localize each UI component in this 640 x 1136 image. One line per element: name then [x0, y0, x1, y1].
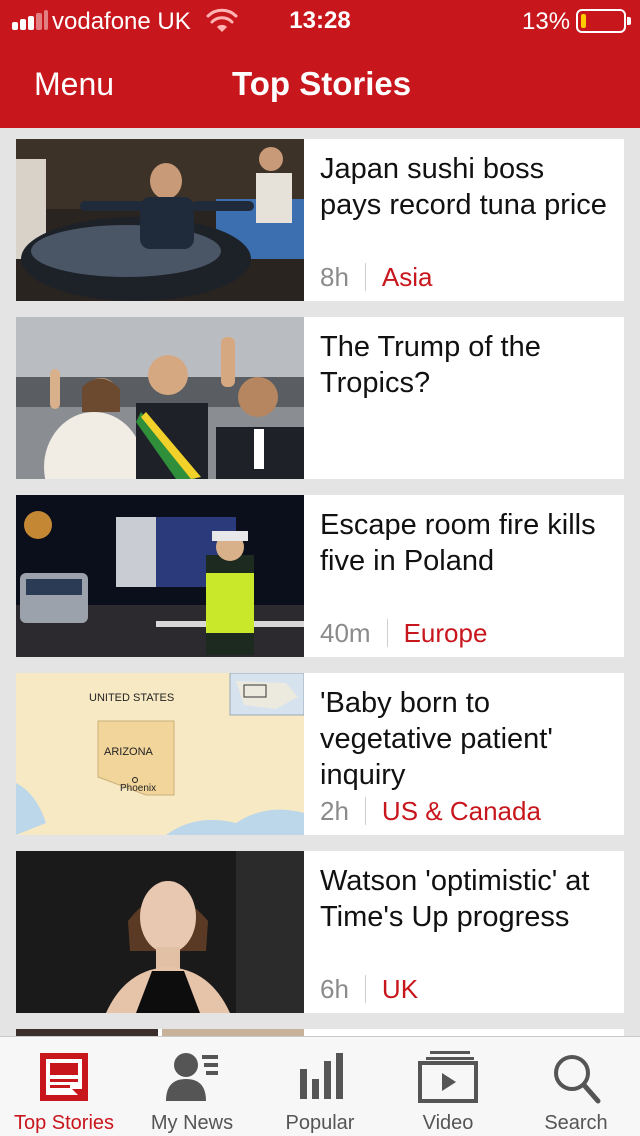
battery-icon: [576, 9, 631, 33]
bottom-tab-bar: Top Stories My News Popular Video Search: [0, 1036, 640, 1136]
tab-video[interactable]: Video: [384, 1037, 512, 1136]
bar-chart-icon: [288, 1049, 352, 1105]
tab-top-stories[interactable]: Top Stories: [0, 1037, 128, 1136]
tab-label: Popular: [285, 1112, 355, 1134]
story-thumbnail: [16, 317, 304, 479]
story-thumbnail: [16, 1029, 304, 1036]
story-card-sushi[interactable]: Japan sushi boss pays record tuna price …: [16, 139, 624, 301]
person-news-icon: [160, 1049, 224, 1105]
story-section-link[interactable]: Asia: [382, 262, 433, 292]
tab-popular[interactable]: Popular: [256, 1037, 384, 1136]
story-meta: 2h US & Canada: [320, 795, 541, 827]
map-label-country: UNITED STATES: [89, 692, 174, 704]
story-card-poland-fire[interactable]: Escape room fire kills five in Poland 40…: [16, 495, 624, 657]
story-meta: 6h UK: [320, 973, 418, 1005]
story-headline: Watson 'optimistic' at Time's Up progres…: [320, 865, 590, 933]
story-section-link[interactable]: US & Canada: [382, 796, 541, 826]
story-timestamp: 8h: [320, 262, 349, 292]
story-thumbnail: [16, 139, 304, 301]
tab-label: Top Stories: [13, 1112, 115, 1134]
menu-button[interactable]: Menu: [34, 64, 114, 104]
meta-divider: [364, 975, 366, 1003]
story-headline: Japan sushi boss pays record tuna price: [320, 153, 607, 221]
top-navigation-bar: Menu Top Stories: [0, 44, 640, 128]
story-thumbnail: [16, 495, 304, 657]
story-section-link[interactable]: Europe: [404, 618, 488, 648]
tab-label: My News: [150, 1112, 234, 1134]
tab-my-news[interactable]: My News: [128, 1037, 256, 1136]
meta-divider: [364, 797, 366, 825]
meta-divider: [386, 619, 388, 647]
story-thumbnail: [16, 851, 304, 1013]
story-feed[interactable]: Japan sushi boss pays record tuna price …: [0, 128, 640, 1036]
magnifier-icon: [544, 1049, 608, 1105]
map-label-state: ARIZONA: [104, 746, 154, 758]
story-meta: 8h Asia: [320, 261, 433, 293]
story-timestamp: 6h: [320, 974, 349, 1004]
tab-label: Video: [422, 1112, 474, 1134]
story-card-partial[interactable]: [16, 1029, 624, 1036]
story-timestamp: 2h: [320, 796, 349, 826]
tab-label: Search: [544, 1112, 608, 1134]
story-map-thumbnail: UNITED STATES ARIZONA Phoenix: [16, 673, 304, 835]
story-card-watson[interactable]: Watson 'optimistic' at Time's Up progres…: [16, 851, 624, 1013]
story-headline: The Trump of the Tropics?: [320, 331, 541, 399]
tab-search[interactable]: Search: [512, 1037, 640, 1136]
page-title: Top Stories: [232, 65, 412, 102]
battery-percent: 13%: [522, 8, 571, 35]
story-meta: 40m Europe: [320, 617, 487, 649]
story-headline: 'Baby born to vegetative patient' inquir…: [320, 687, 553, 791]
map-label-city: Phoenix: [120, 783, 156, 794]
story-timestamp: 40m: [320, 618, 371, 648]
meta-divider: [364, 263, 366, 291]
story-card-trump-tropics[interactable]: The Trump of the Tropics?: [16, 317, 624, 479]
newspaper-icon: [32, 1049, 96, 1105]
story-headline: Escape room fire kills five in Poland: [320, 509, 596, 577]
battery-level-fill: [581, 14, 586, 28]
story-section-link[interactable]: UK: [382, 974, 418, 1004]
status-bar: vodafone UK 13:28 13%: [0, 0, 640, 44]
story-card-vegetative-patient[interactable]: UNITED STATES ARIZONA Phoenix 'Baby born…: [16, 673, 624, 835]
video-play-icon: [416, 1049, 480, 1105]
